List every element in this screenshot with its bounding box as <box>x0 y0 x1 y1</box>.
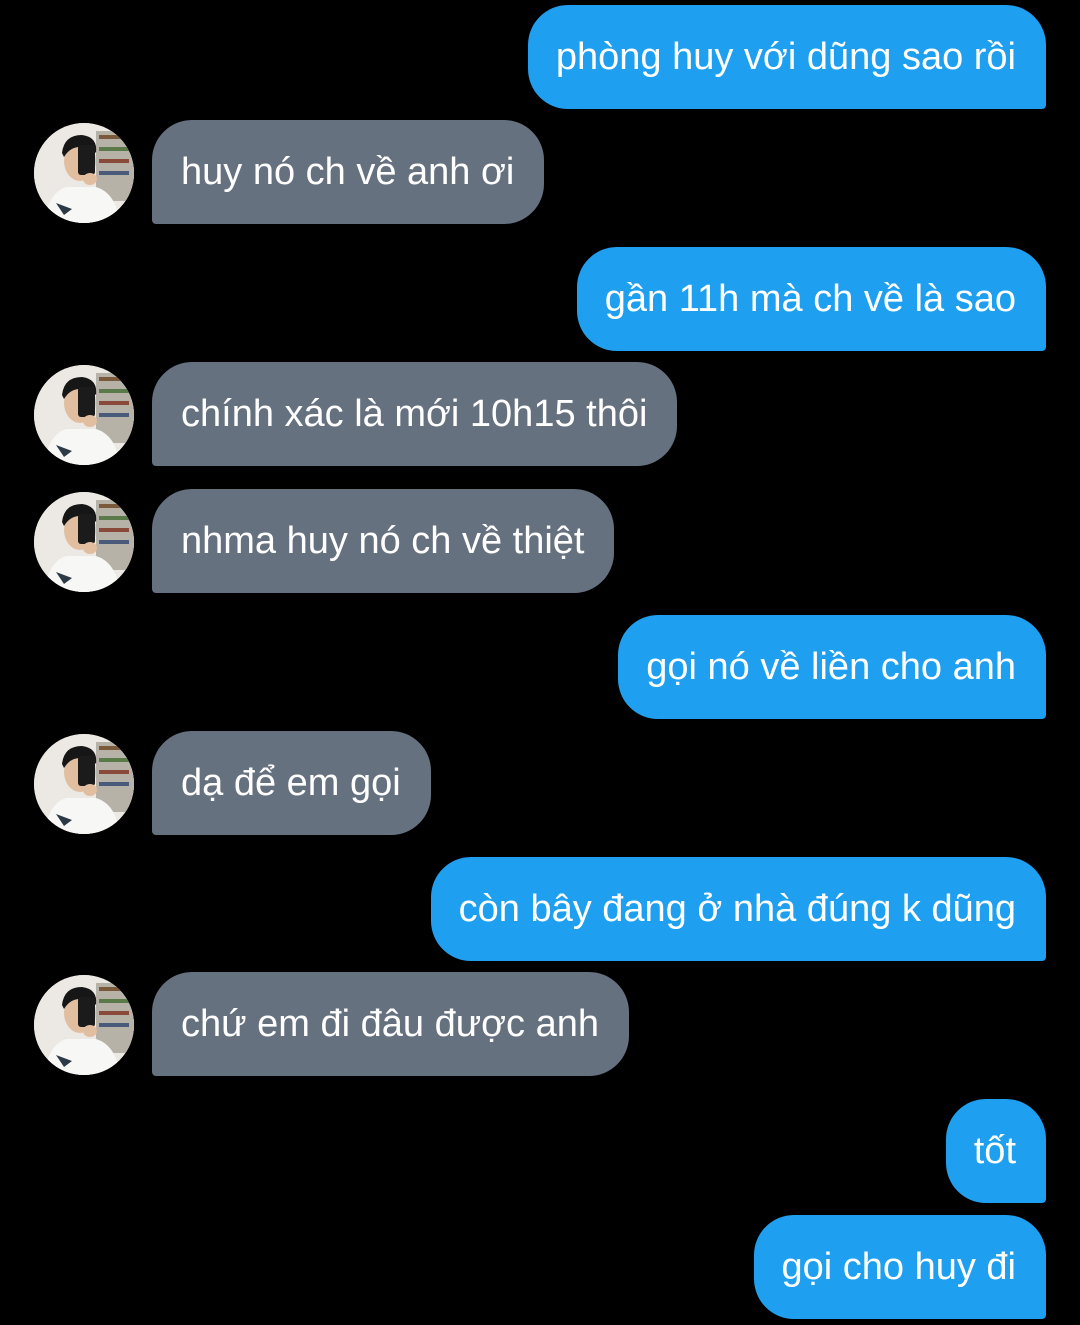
contact-avatar[interactable] <box>34 734 134 834</box>
message-bubble-sent[interactable]: phòng huy với dũng sao rồi <box>527 5 1046 109</box>
avatar-photo-icon <box>34 365 134 465</box>
message-bubble-sent[interactable]: gần 11h mà ch về là sao <box>576 247 1046 351</box>
avatar-photo-icon <box>34 123 134 223</box>
message-text: chính xác là mới 10h15 thôi <box>181 393 648 435</box>
message-text: gọi nó về liền cho anh <box>646 646 1016 688</box>
contact-avatar[interactable] <box>34 365 134 465</box>
message-bubble-received[interactable]: huy nó ch về anh ơi <box>152 120 545 224</box>
message-text: tốt <box>973 1130 1016 1172</box>
contact-avatar[interactable] <box>34 123 134 223</box>
avatar-photo-icon <box>34 975 134 1075</box>
message-text: chứ em đi đâu được anh <box>181 1003 600 1045</box>
contact-avatar[interactable] <box>34 492 134 592</box>
message-bubble-sent[interactable]: gọi nó về liền cho anh <box>618 615 1046 719</box>
message-bubble-received[interactable]: dạ để em gọi <box>152 731 431 835</box>
message-text: phòng huy với dũng sao rồi <box>555 36 1016 78</box>
avatar-photo-icon <box>34 492 134 592</box>
message-bubble-sent[interactable]: gọi cho huy đi <box>753 1215 1046 1319</box>
message-bubble-received[interactable]: nhma huy nó ch về thiệt <box>152 489 615 593</box>
avatar-photo-icon <box>34 734 134 834</box>
message-bubble-sent[interactable]: còn bây đang ở nhà đúng k dũng <box>430 857 1046 961</box>
message-text: gọi cho huy đi <box>781 1246 1017 1288</box>
message-text: nhma huy nó ch về thiệt <box>181 520 585 562</box>
message-text: dạ để em gọi <box>181 762 401 804</box>
message-bubble-received[interactable]: chính xác là mới 10h15 thôi <box>152 362 678 466</box>
contact-avatar[interactable] <box>34 975 134 1075</box>
message-text: còn bây đang ở nhà đúng k dũng <box>458 888 1016 930</box>
message-bubble-sent[interactable]: tốt <box>945 1099 1046 1203</box>
message-bubble-received[interactable]: chứ em đi đâu được anh <box>152 972 630 1076</box>
message-text: huy nó ch về anh ơi <box>181 151 515 193</box>
message-text: gần 11h mà ch về là sao <box>604 278 1016 320</box>
